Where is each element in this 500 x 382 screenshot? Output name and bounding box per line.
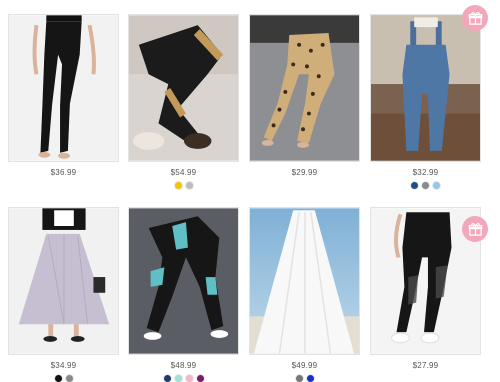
color-swatch[interactable] [185, 182, 193, 189]
product-price: $27.99 [412, 361, 439, 370]
denim-overalls-photo [371, 15, 480, 161]
color-swatches [370, 182, 481, 189]
color-swatches [128, 182, 239, 189]
color-swatch[interactable] [422, 182, 429, 189]
mesh-leggings-photo [129, 208, 238, 354]
gift-badge[interactable] [462, 216, 488, 242]
product-price: $48.99 [170, 361, 197, 370]
product-image[interactable] [8, 14, 119, 162]
tulle-skirt-photo [9, 208, 118, 354]
gift-badge[interactable] [462, 5, 488, 31]
product-image[interactable] [8, 207, 119, 355]
color-swatch[interactable] [174, 182, 182, 189]
leopard-leggings-photo [250, 15, 359, 161]
product-price: $34.99 [50, 361, 77, 370]
product-price: $36.99 [50, 168, 77, 177]
product-price: $32.99 [412, 168, 439, 177]
product-image[interactable] [249, 14, 360, 162]
product-image[interactable] [128, 14, 239, 162]
product-image[interactable] [249, 207, 360, 355]
product-image[interactable] [128, 207, 239, 355]
leather-leggings-photo [129, 15, 238, 161]
color-swatch[interactable] [433, 182, 440, 189]
product-price: $29.99 [291, 168, 318, 177]
product-image[interactable] [370, 14, 481, 162]
product-price: $54.99 [170, 168, 197, 177]
leggings-photo [9, 15, 118, 161]
gift-icon [468, 222, 482, 236]
maxi-skirt-photo [250, 208, 359, 354]
product-price: $49.99 [291, 361, 318, 370]
color-swatch[interactable] [411, 182, 418, 189]
gift-icon [468, 11, 482, 25]
